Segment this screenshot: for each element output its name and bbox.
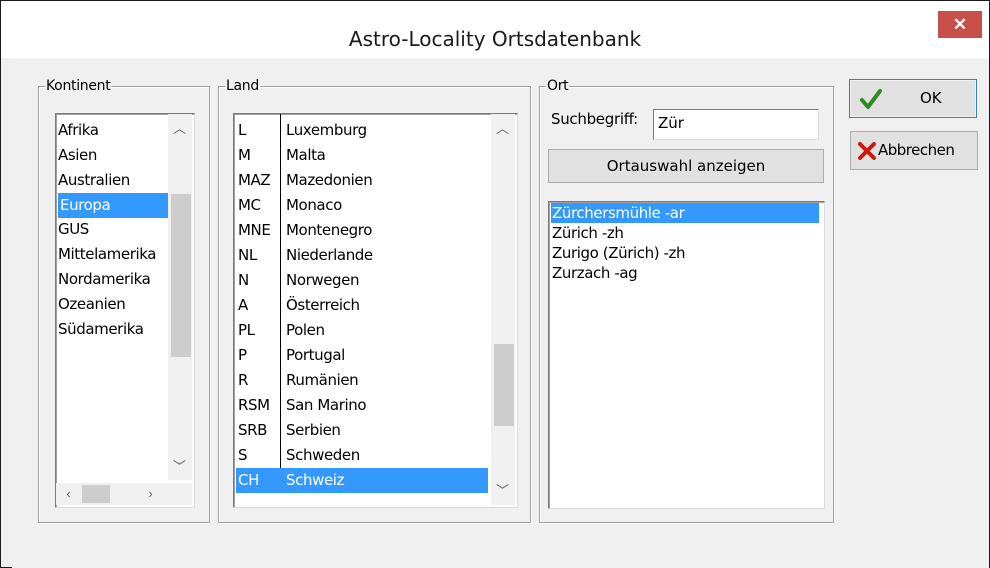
dialog-window: Astro-Locality Ortsdatenbank ✕ Kontinent… [0, 0, 990, 568]
chevron-up-icon[interactable]: ︿ [494, 120, 511, 137]
show-places-button[interactable]: Ortauswahl anzeigen [548, 149, 824, 183]
country-name: Österreich [286, 296, 360, 314]
search-label: Suchbegriff: [551, 110, 638, 128]
list-item[interactable]: Ozeanien [58, 292, 168, 317]
ort-group-label: Ort [546, 78, 570, 94]
table-row[interactable]: MC Monaco [236, 193, 488, 218]
table-row[interactable]: MNE Montenegro [236, 218, 488, 243]
vertical-scrollbar[interactable]: ︿ ﹀ [168, 114, 192, 480]
scrollbar-thumb[interactable] [171, 194, 191, 357]
land-listbox[interactable]: L Luxemburg M Malta MAZ Mazedonien MC Monaco… [233, 113, 518, 508]
list-item[interactable]: Asien [58, 143, 168, 168]
table-row[interactable]: SRB Serbien [236, 418, 488, 443]
country-code: SRB [238, 421, 268, 439]
list-item-selected[interactable]: Zürchersmühle -ar [551, 203, 819, 223]
country-code: MC [238, 196, 261, 214]
chevron-up-icon[interactable]: ︿ [171, 120, 188, 137]
table-row[interactable]: M Malta [236, 143, 488, 168]
chevron-right-icon[interactable]: › [142, 485, 159, 502]
list-item[interactable]: Zürich -zh [552, 223, 812, 243]
close-button[interactable]: ✕ [938, 11, 982, 38]
list-item[interactable]: Nordamerika [58, 267, 168, 292]
list-item[interactable]: Zurigo (Zürich) -zh [552, 243, 812, 263]
list-item-selected[interactable]: Europa [58, 193, 168, 218]
chevron-down-icon[interactable]: ﹀ [494, 482, 511, 499]
country-code: RSM [238, 396, 270, 414]
country-code: PL [238, 321, 255, 339]
ort-group: Ort Suchbegriff: Zür Ortauswahl anzeigen… [539, 78, 834, 523]
country-name: Monaco [286, 196, 342, 214]
list-item[interactable]: Australien [58, 168, 168, 193]
kontinent-group: Kontinent Afrika Asien Australien Europa… [38, 78, 210, 523]
scrollbar-thumb[interactable] [82, 485, 110, 503]
list-item[interactable]: Südamerika [58, 317, 168, 342]
country-name: Mazedonien [286, 171, 373, 189]
table-row[interactable]: L Luxemburg [236, 118, 488, 143]
table-row[interactable]: RSM San Marino [236, 393, 488, 418]
country-name: Schweden [286, 446, 360, 464]
ort-results-listbox[interactable]: Zürchersmühle -ar Zürich -zh Zurigo (Zür… [548, 201, 825, 509]
country-code: A [238, 296, 248, 314]
list-item[interactable]: GUS [58, 217, 168, 242]
window-title: Astro-Locality Ortsdatenbank [348, 27, 642, 51]
country-name: San Marino [286, 396, 367, 414]
table-row[interactable]: A Österreich [236, 293, 488, 318]
green-checkmark-icon [860, 89, 882, 109]
country-name: Rumänien [286, 371, 359, 389]
country-code: MAZ [238, 171, 271, 189]
table-row[interactable]: PL Polen [236, 318, 488, 343]
table-row[interactable]: N Norwegen [236, 268, 488, 293]
land-group: Land L Luxemburg M Malta MAZ Mazedonien MC M… [218, 78, 531, 523]
country-code: L [238, 121, 246, 139]
country-code: MNE [238, 221, 271, 239]
country-name: Luxemburg [286, 121, 367, 139]
horizontal-scrollbar[interactable]: ‹ › [56, 483, 192, 505]
red-x-icon [858, 142, 876, 160]
country-name: Malta [286, 146, 326, 164]
scrollbar-thumb[interactable] [494, 344, 514, 426]
kontinent-group-label: Kontinent [45, 78, 112, 94]
cancel-button[interactable]: Abbrechen [850, 131, 978, 170]
country-name: Portugal [286, 346, 345, 364]
country-name: Norwegen [286, 271, 360, 289]
country-code: S [238, 446, 248, 464]
land-group-label: Land [225, 78, 260, 94]
country-name: Montenegro [286, 221, 373, 239]
title-bar: Astro-Locality Ortsdatenbank ✕ [1, 1, 989, 58]
country-code: N [238, 271, 249, 289]
table-row[interactable]: P Portugal [236, 343, 488, 368]
country-code: CH [238, 471, 259, 489]
country-code: R [238, 371, 249, 389]
table-row[interactable]: S Schweden [236, 443, 488, 468]
chevron-down-icon[interactable]: ﹀ [171, 458, 188, 475]
country-name: Schweiz [286, 471, 345, 489]
cancel-label: Abbrechen [878, 141, 955, 159]
table-row[interactable]: MAZ Mazedonien [236, 168, 488, 193]
table-row[interactable]: NL Niederlande [236, 243, 488, 268]
ok-button[interactable]: OK [849, 79, 977, 118]
chevron-left-icon[interactable]: ‹ [60, 485, 77, 502]
country-code: NL [238, 246, 257, 264]
country-code: M [238, 146, 251, 164]
dialog-body: Kontinent Afrika Asien Australien Europa… [12, 58, 989, 568]
country-name: Polen [286, 321, 325, 339]
country-name: Serbien [286, 421, 341, 439]
country-code: P [238, 346, 247, 364]
ok-label: OK [920, 89, 942, 107]
list-item[interactable]: Mittelamerika [58, 242, 168, 267]
table-row[interactable]: R Rumänien [236, 368, 488, 393]
vertical-scrollbar[interactable]: ︿ ﹀ [491, 114, 515, 505]
search-input[interactable]: Zür [653, 109, 819, 140]
list-item[interactable]: Afrika [58, 118, 168, 143]
table-row-selected[interactable]: CH Schweiz [236, 468, 488, 493]
country-name: Niederlande [286, 246, 373, 264]
kontinent-listbox[interactable]: Afrika Asien Australien Europa GUS Mitte… [55, 113, 195, 508]
list-item[interactable]: Zurzach -ag [552, 263, 812, 283]
